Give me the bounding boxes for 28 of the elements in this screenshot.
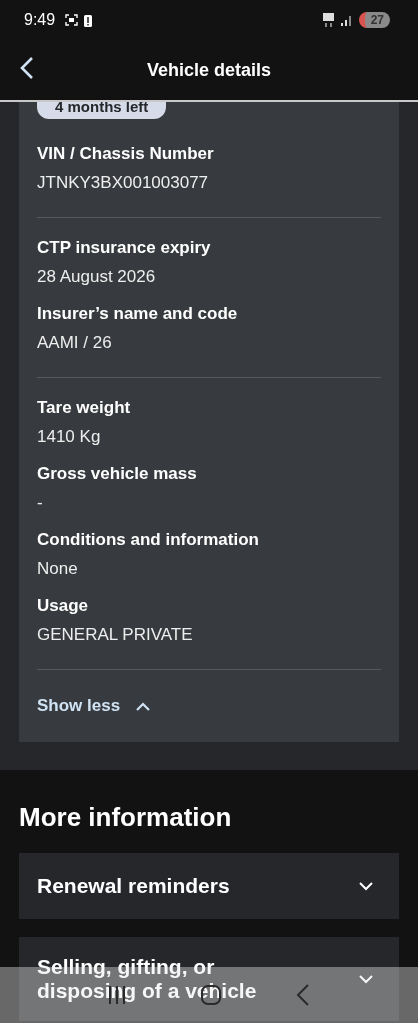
field-value: JTNKY3BX001003077 xyxy=(37,173,210,193)
field-value: 28 August 2026 xyxy=(37,267,157,287)
field-value: GENERAL PRIVATE xyxy=(37,625,194,645)
caret-icon xyxy=(359,974,373,984)
field-value: AAMI / 26 xyxy=(37,333,113,353)
caret-icon xyxy=(136,701,151,711)
field-label: Insurer’s name and code xyxy=(37,304,239,324)
screenshot-icon xyxy=(65,14,79,26)
battery-level: 27 xyxy=(358,12,390,28)
field-label: Tare weight xyxy=(37,398,132,418)
show-less-button[interactable]: Show less xyxy=(37,692,151,720)
page-title: Vehicle details xyxy=(146,59,272,81)
field-label: Usage xyxy=(37,596,90,616)
back-icon[interactable] xyxy=(296,984,311,1006)
caret-icon xyxy=(359,881,373,891)
field-value: None xyxy=(37,559,79,579)
accordion-item[interactable]: Renewal reminders xyxy=(19,853,399,919)
field-value: 1410 Kg xyxy=(37,427,102,447)
field-label: Conditions and information xyxy=(37,530,260,550)
field-label: CTP insurance expiry xyxy=(37,238,212,258)
section-heading: More information xyxy=(19,802,233,833)
field-label: Gross vehicle mass xyxy=(37,464,198,484)
back-button[interactable] xyxy=(20,56,34,80)
signal-icon xyxy=(322,13,353,27)
battery-alert-icon xyxy=(84,13,93,27)
status-time: 9:49 xyxy=(24,11,56,29)
field-label: VIN / Chassis Number xyxy=(37,144,215,164)
field-value: - xyxy=(37,493,44,513)
